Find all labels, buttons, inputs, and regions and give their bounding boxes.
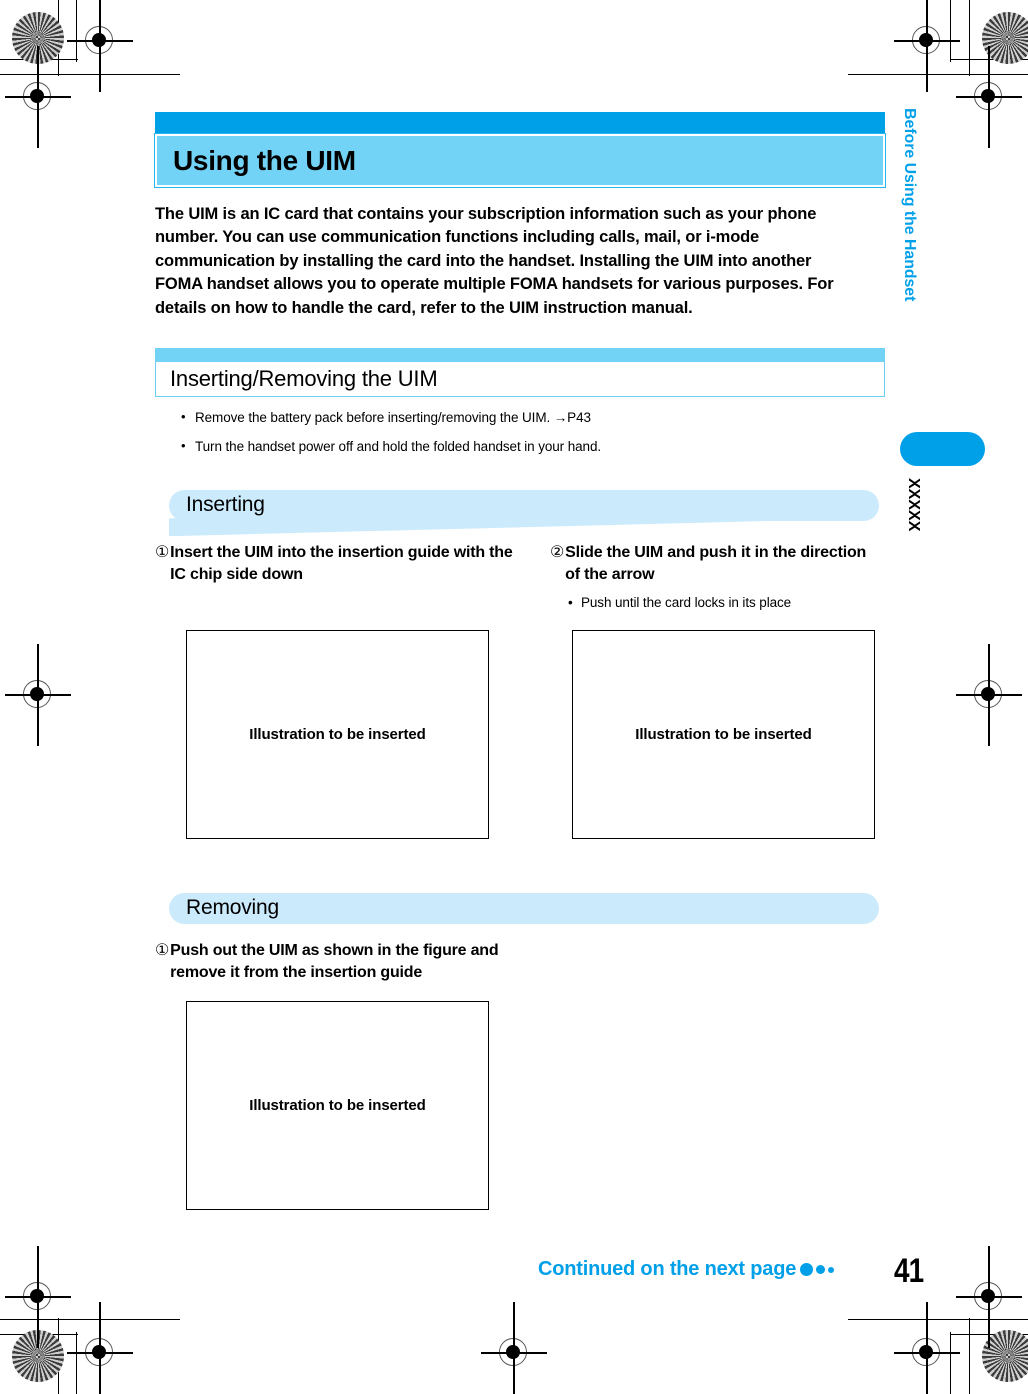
trim-line <box>58 1318 60 1394</box>
continued-dots-icon <box>800 1258 835 1281</box>
note-text: Turn the handset power off and hold the … <box>195 438 601 454</box>
subsection-removing-band: Removing <box>155 892 885 927</box>
step-number-icon: ① <box>155 941 170 959</box>
document-page: Using the UIM The UIM is an IC card that… <box>0 0 1028 1394</box>
page-content: Using the UIM The UIM is an IC card that… <box>154 112 886 1226</box>
trim-line <box>76 1332 78 1394</box>
registration-mark <box>956 644 1022 746</box>
registration-mark <box>956 46 1022 148</box>
step-number-icon: ① <box>155 544 170 562</box>
step-heading: ① Push out the UIM as shown in the figur… <box>155 940 505 983</box>
removing-illustrations: Illustration to be inserted <box>155 1001 885 1226</box>
trim-line <box>969 1318 971 1394</box>
chapter-tab-marker <box>900 432 985 466</box>
registration-mark <box>5 1246 71 1348</box>
list-item: • Remove the battery pack before inserti… <box>181 409 885 427</box>
bullet-icon: • <box>568 595 573 611</box>
resolution-star-target <box>12 12 64 64</box>
continued-label: Continued on the next page <box>538 1258 797 1280</box>
trim-line <box>76 0 78 62</box>
subsection-title-removing: Removing <box>186 895 279 919</box>
step-title: Slide the UIM and push it in the directi… <box>565 544 867 583</box>
trim-line <box>0 1319 180 1321</box>
step-column-1: ① Insert the UIM into the insertion guid… <box>155 542 520 612</box>
section-title: Inserting/Removing the UIM <box>170 366 438 392</box>
trim-line <box>0 1334 78 1336</box>
chapter-label: Before Using the Handset <box>901 108 918 302</box>
subsection-inserting-band: Inserting <box>155 490 885 537</box>
trim-line <box>950 0 952 62</box>
step-note-text: Push until the card locks in its place <box>581 595 792 611</box>
trim-line <box>950 1332 952 1394</box>
registration-mark <box>956 1246 1022 1348</box>
step-heading: ② Slide the UIM and push it in the direc… <box>550 542 885 585</box>
trim-line <box>848 1319 1028 1321</box>
trim-line <box>950 59 1028 61</box>
illustration-placeholder: Illustration to be inserted <box>186 629 489 839</box>
page-title-band: Using the UIM <box>154 133 886 188</box>
subsection-title-inserting: Inserting <box>186 493 265 517</box>
resolution-star-target <box>982 1330 1028 1382</box>
resolution-star-target <box>982 12 1028 64</box>
bullet-icon: • <box>181 409 186 425</box>
registration-mark <box>481 1302 547 1394</box>
note-text: Remove the battery pack before inserting… <box>195 410 591 426</box>
trim-line <box>0 74 180 76</box>
registration-mark <box>5 46 71 148</box>
resolution-star-target <box>12 1330 64 1382</box>
inserting-steps: ① Insert the UIM into the insertion guid… <box>155 542 885 612</box>
section-header-cap <box>155 348 885 363</box>
step-title: Push out the UIM as shown in the figure … <box>170 941 499 981</box>
section-header: Inserting/Removing the UIM <box>155 348 885 398</box>
section-notes-list: • Remove the battery pack before inserti… <box>155 409 885 455</box>
top-accent-bar <box>155 112 885 134</box>
subsection-band: Removing <box>169 892 879 924</box>
step-column-2: ② Slide the UIM and push it in the direc… <box>520 542 885 612</box>
illustration-placeholder: Illustration to be inserted <box>186 1001 489 1211</box>
bullet-icon: • <box>181 437 186 453</box>
trim-line <box>0 59 78 61</box>
registration-mark <box>5 644 71 746</box>
continued-note: Continued on the next page <box>538 1258 835 1281</box>
registration-mark <box>894 0 960 92</box>
illustration-placeholder: Illustration to be inserted <box>572 629 875 839</box>
removing-steps: ① Push out the UIM as shown in the figur… <box>155 940 885 983</box>
registration-mark <box>67 0 133 92</box>
step-number-icon: ② <box>550 544 565 562</box>
chapter-code-label: XXXXX <box>905 478 922 532</box>
registration-mark <box>67 1302 133 1394</box>
trim-line <box>848 74 1028 76</box>
registration-mark <box>894 1302 960 1394</box>
section-header-bar: Inserting/Removing the UIM <box>155 362 885 398</box>
page-number: 41 <box>894 1252 924 1290</box>
inserting-illustrations: Illustration to be inserted Illustration… <box>155 629 885 855</box>
chapter-side-tab: Before Using the Handset XXXXX <box>900 108 985 531</box>
trim-line <box>950 1334 1028 1336</box>
list-item: • Turn the handset power off and hold th… <box>181 438 885 456</box>
step-heading: ① Insert the UIM into the insertion guid… <box>155 542 520 585</box>
trim-line <box>969 0 971 76</box>
step-column-1: ① Push out the UIM as shown in the figur… <box>155 940 505 983</box>
trim-line <box>58 0 60 76</box>
subsection-band: Inserting <box>169 490 879 522</box>
intro-paragraph: The UIM is an IC card that contains your… <box>155 205 834 317</box>
step-note: • Push until the card locks in its place <box>568 594 885 612</box>
step-title: Insert the UIM into the insertion guide … <box>170 544 513 583</box>
page-title: Using the UIM <box>173 144 356 176</box>
